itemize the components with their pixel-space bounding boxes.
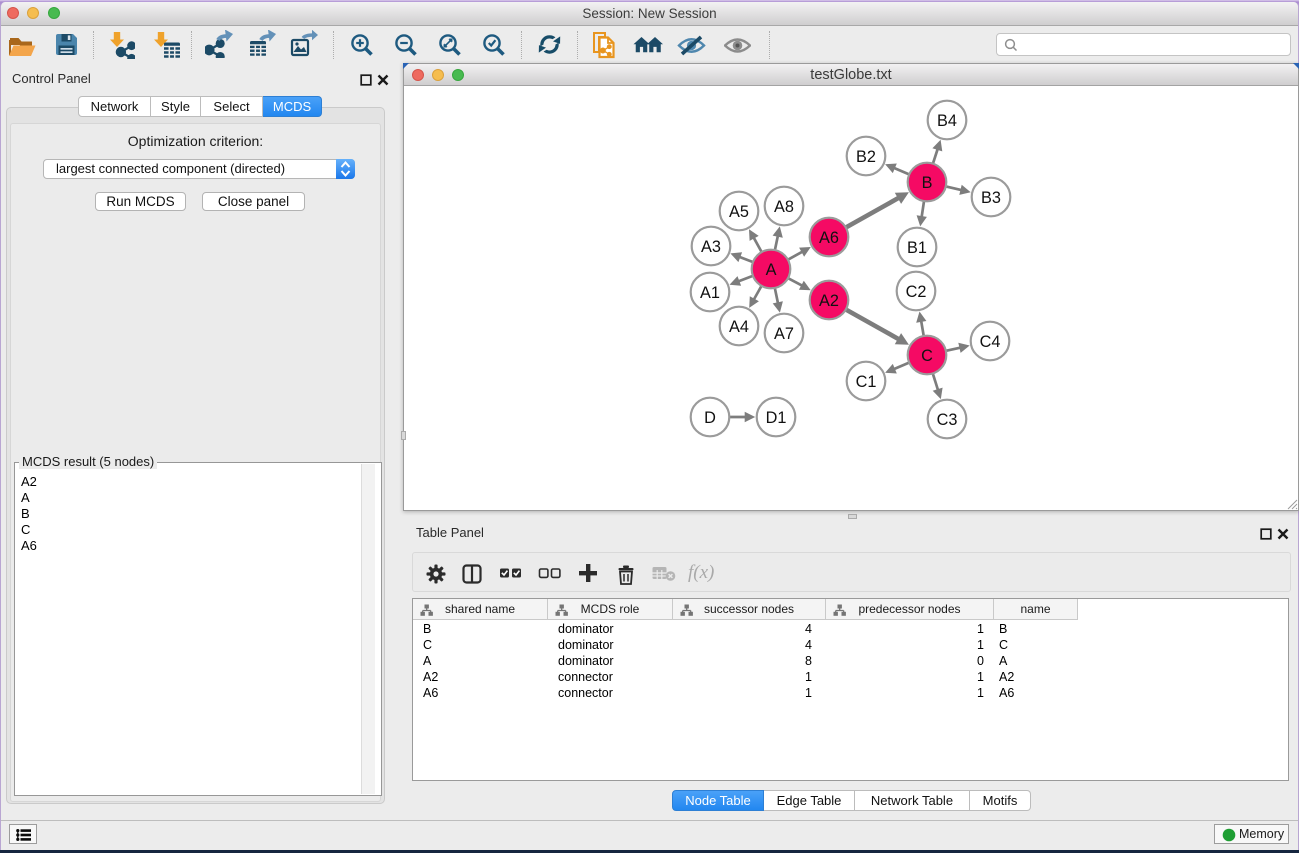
svg-text:A1: A1: [700, 284, 720, 302]
svg-text:A4: A4: [729, 318, 749, 336]
svg-text:A2: A2: [819, 292, 839, 310]
svg-text:C3: C3: [937, 411, 958, 429]
svg-text:A8: A8: [774, 198, 794, 216]
svg-text:C: C: [921, 347, 933, 365]
svg-text:B2: B2: [856, 148, 876, 166]
svg-text:A7: A7: [774, 325, 794, 343]
svg-text:C4: C4: [980, 333, 1001, 351]
svg-text:B: B: [922, 174, 933, 192]
svg-text:D: D: [704, 409, 716, 427]
svg-text:D1: D1: [766, 409, 787, 427]
svg-text:C2: C2: [906, 283, 927, 301]
svg-text:B4: B4: [937, 112, 957, 130]
svg-text:A3: A3: [701, 238, 721, 256]
svg-text:A6: A6: [819, 229, 839, 247]
svg-text:B1: B1: [907, 239, 927, 257]
svg-text:A5: A5: [729, 203, 749, 221]
svg-text:B3: B3: [981, 189, 1001, 207]
svg-text:C1: C1: [856, 373, 877, 391]
svg-text:A: A: [766, 261, 777, 279]
